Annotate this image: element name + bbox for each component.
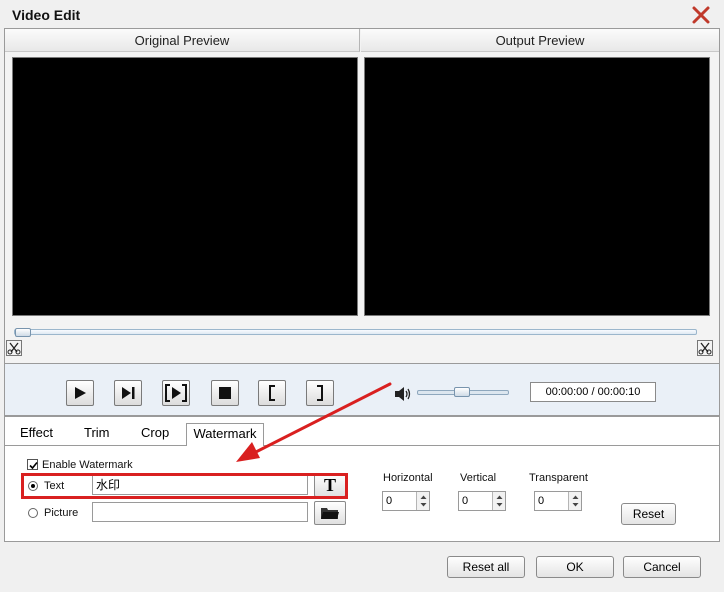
- play-icon: [75, 387, 86, 399]
- picture-option-label: Picture: [44, 507, 79, 519]
- cancel-button[interactable]: Cancel: [623, 556, 701, 578]
- tab-trim[interactable]: Trim: [84, 423, 110, 445]
- annotation-arrow-icon: [236, 382, 392, 462]
- enable-watermark-checkbox[interactable]: [27, 459, 38, 470]
- trim-end-scissors-icon[interactable]: [697, 340, 713, 356]
- transparent-spin-arrows[interactable]: [568, 492, 581, 510]
- horizontal-value: 0: [386, 495, 393, 507]
- window-title: Video Edit: [12, 7, 81, 23]
- bracket-play-icon: [165, 384, 187, 402]
- transparent-label: Transparent: [529, 472, 588, 484]
- folder-icon: [321, 508, 339, 519]
- close-icon[interactable]: [690, 4, 712, 26]
- next-frame-icon: [122, 387, 135, 399]
- enable-watermark-label: Enable Watermark: [42, 459, 133, 471]
- vertical-spin-arrows[interactable]: [492, 492, 505, 510]
- original-preview-screen: [12, 57, 358, 316]
- volume-thumb[interactable]: [454, 387, 470, 397]
- timecode-display: 00:00:00 / 00:00:10: [530, 382, 656, 402]
- ok-button[interactable]: OK: [536, 556, 614, 578]
- horizontal-spinbox[interactable]: 0: [382, 491, 430, 511]
- transparent-spinbox[interactable]: 0: [534, 491, 582, 511]
- highlight-box: [21, 473, 348, 499]
- vertical-spinbox[interactable]: 0: [458, 491, 506, 511]
- play-button[interactable]: [66, 380, 94, 406]
- browse-picture-button[interactable]: [314, 501, 346, 525]
- timeline-thumb[interactable]: [15, 328, 31, 337]
- horizontal-spin-arrows[interactable]: [416, 492, 429, 510]
- title-bar: [0, 0, 724, 29]
- watermark-picture-input[interactable]: [92, 502, 308, 522]
- preview-segment-button[interactable]: [162, 380, 190, 406]
- picture-radio[interactable]: [28, 508, 38, 518]
- reset-button[interactable]: Reset: [621, 503, 676, 525]
- original-preview-header: Original Preview: [5, 29, 360, 52]
- vertical-value: 0: [462, 495, 469, 507]
- next-frame-button[interactable]: [114, 380, 142, 406]
- vertical-label: Vertical: [460, 472, 497, 484]
- output-preview-header: Output Preview: [361, 29, 719, 52]
- transparent-value: 0: [538, 495, 545, 507]
- tab-effect[interactable]: Effect: [20, 423, 53, 445]
- output-preview-screen: [364, 57, 710, 316]
- trim-start-scissors-icon[interactable]: [6, 340, 22, 356]
- timeline-slider[interactable]: [14, 329, 697, 335]
- horizontal-label: Horizontal: [383, 472, 433, 484]
- reset-all-button[interactable]: Reset all: [447, 556, 525, 578]
- tab-crop[interactable]: Crop: [141, 423, 169, 445]
